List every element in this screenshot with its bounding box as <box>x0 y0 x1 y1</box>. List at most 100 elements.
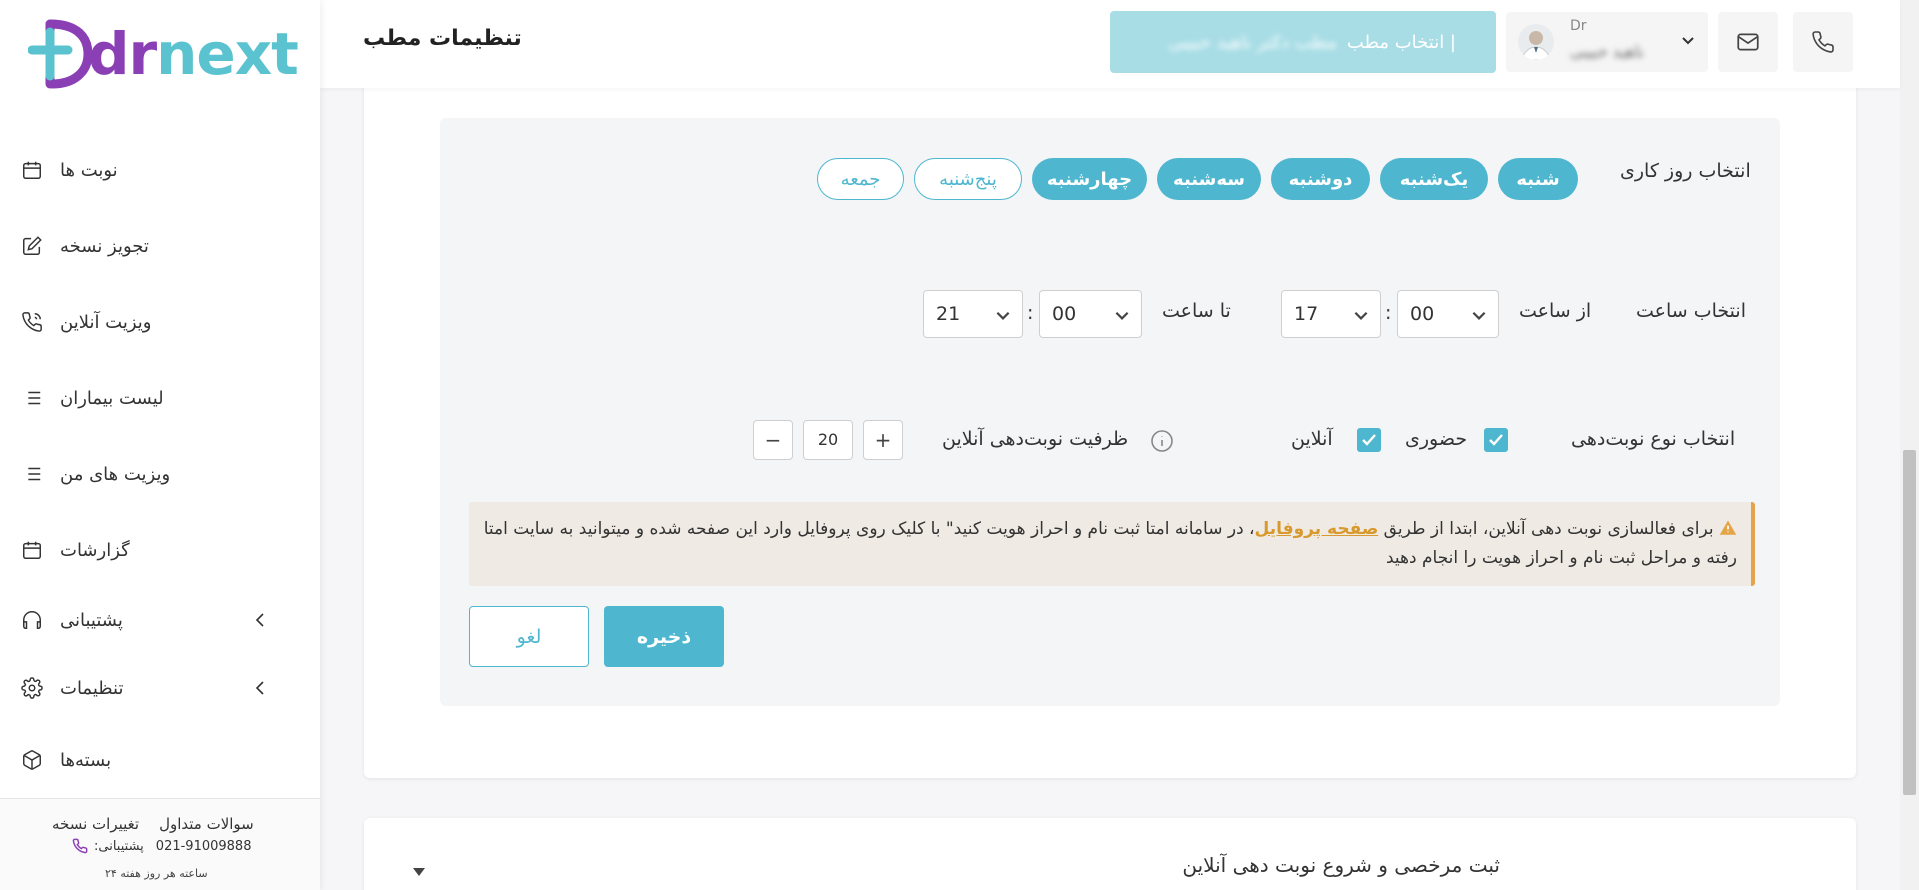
calendar-icon <box>20 538 44 562</box>
save-button[interactable]: ذخیره <box>604 606 724 667</box>
workday-label: انتخاب روز کاری <box>1620 160 1751 182</box>
phone-icon <box>1812 31 1834 53</box>
sidebar-item-online-visit[interactable]: ویزیت آنلاین <box>20 302 300 342</box>
to-minute-value: 00 <box>1052 303 1077 325</box>
sidebar-item-prescription[interactable]: تجویز نسخه <box>20 226 300 266</box>
alert-text-part1: برای فعالسازی نوبت دهی آنلاین، ابتدا از … <box>1378 519 1714 539</box>
user-menu[interactable]: Dr ناهید حبیبی <box>1506 12 1708 72</box>
leave-registration-title: ثبت مرخصی و شروع نوبت دهی آنلاین <box>1182 853 1500 877</box>
from-minute-select[interactable]: 00 <box>1397 290 1499 338</box>
office-name: مطب دکتر ناهید حبیبی <box>1168 31 1337 53</box>
phone-call-icon <box>20 310 44 334</box>
drnext-logo[interactable]: drnext <box>28 18 299 90</box>
sidebar-item-label: گزارشات <box>60 539 130 561</box>
chevron-down-icon <box>1113 306 1131 329</box>
chevron-down-icon <box>1470 306 1488 329</box>
headphones-icon <box>20 608 44 632</box>
sidebar-footer: تغییرات نسخه سوالات متداول :پشتیبانی 021… <box>0 798 320 890</box>
time-separator: : <box>1385 302 1392 324</box>
office-button-label: انتخاب مطب | <box>1346 31 1456 53</box>
online-label: آنلاین <box>1291 428 1333 450</box>
phone-call-icon <box>72 838 88 854</box>
day-saturday[interactable]: شنبه <box>1498 158 1578 200</box>
sidebar-item-settings[interactable]: تنظیمات <box>20 668 300 708</box>
sidebar-item-label: نوبت ها <box>60 159 118 181</box>
caret-down-icon[interactable] <box>412 862 426 881</box>
chevron-down-icon <box>1352 306 1370 329</box>
scrollbar-thumb[interactable] <box>1903 450 1916 795</box>
day-tuesday[interactable]: سه‌شنبه <box>1157 158 1261 200</box>
sidebar-item-support[interactable]: پشتیبانی <box>20 600 300 640</box>
sidebar-item-label: تنظیمات <box>60 677 124 699</box>
profile-page-link[interactable]: صفحه پروفایل <box>1255 519 1379 539</box>
list-icon <box>20 462 44 486</box>
faq-link[interactable]: سوالات متداول <box>159 815 254 833</box>
sidebar-item-reports[interactable]: گزارشات <box>20 530 300 570</box>
capacity-value[interactable]: 20 <box>803 420 853 460</box>
drnext-logo-mark-icon <box>28 19 92 89</box>
sidebar-item-label: تجویز نسخه <box>60 235 149 257</box>
call-button[interactable] <box>1793 12 1853 72</box>
capacity-decrement-button[interactable]: − <box>753 420 793 460</box>
chevron-left-icon <box>250 610 270 630</box>
gear-icon <box>20 676 44 700</box>
from-hour-value: 17 <box>1294 303 1319 325</box>
check-icon <box>1362 434 1376 446</box>
capacity-increment-button[interactable]: + <box>863 420 903 460</box>
day-wednesday[interactable]: چهارشنبه <box>1032 158 1147 200</box>
warning-icon <box>1719 519 1737 545</box>
info-icon[interactable] <box>1150 429 1174 457</box>
chevron-down-icon <box>1680 32 1696 52</box>
day-thursday[interactable]: پنج‌شنبه <box>914 158 1022 200</box>
check-icon <box>1489 434 1503 446</box>
day-monday[interactable]: دوشنبه <box>1271 158 1370 200</box>
to-hour-value: 21 <box>936 303 961 325</box>
day-sunday[interactable]: یک‌شنبه <box>1380 158 1488 200</box>
cancel-button[interactable]: لغو <box>469 606 589 667</box>
online-activation-alert: برای فعالسازی نوبت دهی آنلاین، ابتدا از … <box>469 502 1755 586</box>
in-person-label: حضوری <box>1405 428 1468 450</box>
top-header: تنظیمات مطب مطب دکتر ناهید حبیبی انتخاب … <box>320 0 1900 88</box>
messages-button[interactable] <box>1718 12 1778 72</box>
time-separator: : <box>1027 302 1034 324</box>
avatar <box>1518 24 1554 60</box>
leave-registration-card[interactable] <box>364 818 1856 890</box>
sidebar-item-appointments[interactable]: نوبت ها <box>20 150 300 190</box>
online-checkbox[interactable] <box>1357 428 1381 452</box>
changelog-link[interactable]: تغییرات نسخه <box>52 815 139 833</box>
sidebar-item-label: پشتیبانی <box>60 609 123 631</box>
from-hour-select[interactable]: 17 <box>1281 290 1381 338</box>
from-hour-label: از ساعت <box>1519 300 1592 322</box>
day-friday[interactable]: جمعه <box>817 158 904 200</box>
select-office-button[interactable]: مطب دکتر ناهید حبیبی انتخاب مطب | <box>1110 11 1496 73</box>
from-minute-value: 00 <box>1410 303 1435 325</box>
list-icon <box>20 386 44 410</box>
sidebar-item-label: لیست بیماران <box>60 387 164 409</box>
mail-icon <box>1737 33 1759 51</box>
sidebar-item-patients[interactable]: لیست بیماران <box>20 378 300 418</box>
support-phone[interactable]: :پشتیبانی 021-91009888 <box>72 838 251 854</box>
sidebar-item-my-visits[interactable]: ویزیت های من <box>20 454 300 494</box>
user-prefix: Dr <box>1570 18 1587 34</box>
logo-wordmark: drnext <box>88 20 299 88</box>
to-hour-label: تا ساعت <box>1162 300 1231 322</box>
sidebar-item-packages[interactable]: بسته‌ها <box>20 740 300 780</box>
booking-type-label: انتخاب نوع نوبت‌دهی <box>1571 428 1736 450</box>
online-capacity-label: ظرفیت نوبت‌دهی آنلاین <box>942 428 1129 450</box>
calendar-icon <box>20 158 44 182</box>
edit-icon <box>20 234 44 258</box>
support-hours: ۲۴ ساعته هر روز هفته <box>105 867 208 880</box>
sidebar-item-label: ویزیت آنلاین <box>60 311 152 333</box>
in-person-checkbox[interactable] <box>1484 428 1508 452</box>
package-icon <box>20 748 44 772</box>
sidebar-item-label: ویزیت های من <box>60 463 171 485</box>
user-name: ناهید حبیبی <box>1570 42 1644 61</box>
sidebar-item-label: بسته‌ها <box>60 749 112 771</box>
to-hour-select[interactable]: 21 <box>923 290 1023 338</box>
page-title: تنظیمات مطب <box>363 26 522 51</box>
support-number: 021-91009888 <box>155 838 252 854</box>
chevron-down-icon <box>994 306 1012 329</box>
chevron-left-icon <box>250 678 270 698</box>
support-label: :پشتیبانی <box>94 838 144 854</box>
to-minute-select[interactable]: 00 <box>1039 290 1142 338</box>
